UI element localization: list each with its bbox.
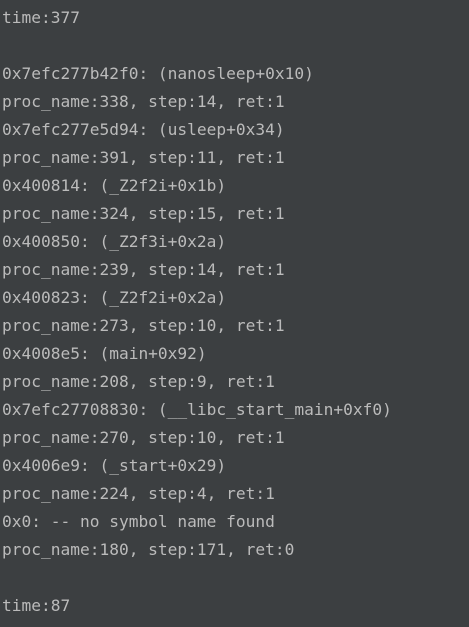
console-output[interactable]: time:377 0x7efc277b42f0: (nanosleep+0x10…	[0, 0, 469, 627]
console-line-frame-address: 0x400823: (_Z2f2i+0x2a)	[2, 288, 227, 307]
console-line-frame-address: 0x7efc27708830: (__libc_start_main+0xf0)	[2, 400, 392, 419]
console-line-frame-address: 0x400814: (_Z2f2i+0x1b)	[2, 176, 227, 195]
console-line-frame-address: 0x400850: (_Z2f3i+0x2a)	[2, 232, 227, 251]
console-line-proc-info: proc_name:391, step:11, ret:1	[2, 148, 285, 167]
console-line-proc-info: proc_name:208, step:9, ret:1	[2, 372, 275, 391]
console-line-proc-info: proc_name:338, step:14, ret:1	[2, 92, 285, 111]
console-line-frame-address: 0x4006e9: (_start+0x29)	[2, 456, 227, 475]
console-line-proc-info: proc_name:224, step:4, ret:1	[2, 484, 275, 503]
console-line-proc-info: proc_name:273, step:10, ret:1	[2, 316, 285, 335]
console-line-frame-address: 0x7efc277e5d94: (usleep+0x34)	[2, 120, 285, 139]
console-line-time-header: time:377	[2, 8, 80, 27]
console-line-proc-info: proc_name:270, step:10, ret:1	[2, 428, 285, 447]
console-line-proc-info: proc_name:324, step:15, ret:1	[2, 204, 285, 223]
console-line-proc-info: proc_name:239, step:14, ret:1	[2, 260, 285, 279]
console-line-time-header: time:87	[2, 596, 71, 615]
console-line-frame-address: 0x4008e5: (main+0x92)	[2, 344, 207, 363]
console-line-proc-info: proc_name:180, step:171, ret:0	[2, 540, 295, 559]
console-line-frame-address: 0x7efc277b42f0: (nanosleep+0x10)	[2, 64, 314, 83]
console-line-frame-address: 0x0: -- no symbol name found	[2, 512, 275, 531]
